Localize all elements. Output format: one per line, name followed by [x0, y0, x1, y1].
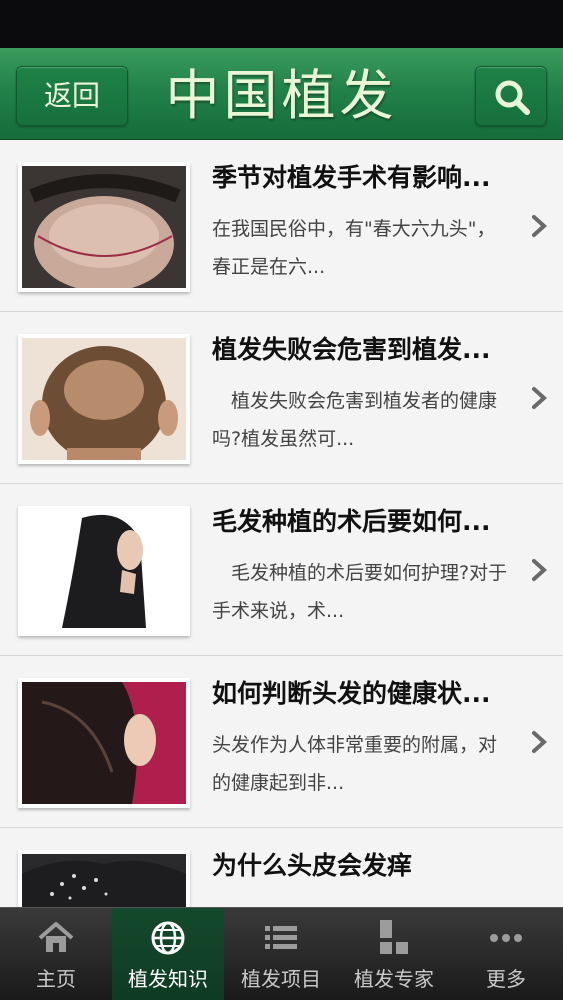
article-title: 为什么头皮会发痒 [212, 851, 413, 880]
article-summary: 头发作为人体非常重要的附属，对 的健康起到非... [212, 734, 517, 794]
article-list: 季节对植发手术有影响... 在我国民俗中，有"春大六九头"， 春正是在六... … [0, 140, 563, 907]
tab-label: 植发知识 [128, 967, 208, 991]
list-icon [265, 926, 297, 949]
article-summary: 毛发种植的术后要如何护理?对于手术来说，术... [212, 562, 508, 622]
tab-label: 植发项目 [241, 967, 321, 991]
tab-hair-experts[interactable]: 植发专家 [338, 908, 450, 1000]
status-bar [0, 0, 563, 48]
article-title: 毛发种植的术后要如何... [212, 507, 491, 536]
article-title: 如何判断头发的健康状... [212, 679, 491, 708]
chevron-right-icon [532, 387, 547, 409]
article-summary: 植发失败会危害到植发者的健康吗?植发虽然可... [212, 390, 498, 450]
chevron-right-icon [532, 215, 547, 237]
chevron-right-icon [532, 731, 547, 753]
tab-hair-projects[interactable]: 植发项目 [225, 908, 337, 1000]
tab-hair-knowledge[interactable]: 植发知识 [112, 908, 224, 1000]
list-item[interactable]: 季节对植发手术有影响... 在我国民俗中，有"春大六九头"， 春正是在六... [0, 140, 563, 312]
search-icon [495, 80, 530, 115]
app-header: 返回 中国植发网 [0, 48, 563, 199]
article-thumbnail [18, 162, 190, 292]
list-item[interactable]: 植发失败会危害到植发... 植发失败会危害到植发者的健康吗?植发虽然可... [0, 312, 563, 484]
tab-label: 更多 [486, 967, 526, 991]
page-title: 中国植发网 [165, 64, 398, 199]
home-icon [38, 922, 74, 952]
bottom-tab-bar: 主页 植发知识 植发项目 植发专家 更多 [0, 907, 563, 1000]
article-summary: 在我国民俗中，有"春大六九头"， 春正是在六... [212, 218, 505, 278]
tab-label: 植发专家 [354, 967, 434, 991]
article-thumbnail [18, 334, 190, 464]
search-button[interactable] [475, 66, 547, 126]
article-title: 植发失败会危害到植发... [212, 335, 491, 364]
globe-icon [151, 921, 185, 955]
article-thumbnail [18, 850, 190, 907]
article-title: 季节对植发手术有影响... [212, 163, 491, 192]
list-item[interactable]: 毛发种植的术后要如何... 毛发种植的术后要如何护理?对于手术来说，术... [0, 484, 563, 656]
list-item[interactable]: 为什么头皮会发痒 [0, 828, 563, 907]
chevron-right-icon [532, 559, 547, 581]
tab-home[interactable]: 主页 [0, 908, 112, 1000]
list-item[interactable]: 如何判断头发的健康状... 头发作为人体非常重要的附属，对 的健康起到非... [0, 656, 563, 828]
blocks-icon [380, 920, 408, 954]
more-icon [490, 934, 522, 942]
article-thumbnail [18, 678, 190, 808]
tab-label: 主页 [36, 967, 76, 991]
article-thumbnail [18, 506, 190, 636]
article-summary [212, 898, 522, 907]
tab-more[interactable]: 更多 [450, 908, 562, 1000]
back-button[interactable]: 返回 [16, 66, 128, 126]
